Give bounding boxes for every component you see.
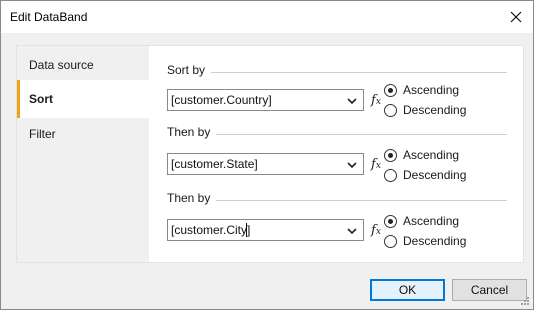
group-divider	[167, 72, 507, 73]
sidebar-item-filter[interactable]: Filter	[17, 115, 149, 153]
function-icon[interactable]: fx	[366, 220, 386, 240]
radio-indicator	[384, 148, 397, 162]
radio-indicator	[384, 83, 397, 97]
then-by-label: Then by	[167, 125, 217, 139]
radio-label: Descending	[403, 234, 467, 248]
descending-radio-1[interactable]: Descending	[384, 102, 466, 118]
ascending-radio-2[interactable]: Ascending	[384, 147, 459, 163]
sort-field-value: [customer.Country]	[171, 93, 272, 107]
sort-field-combo-3[interactable]: [customer.City] fx	[167, 219, 381, 241]
descending-radio-3[interactable]: Descending	[384, 233, 466, 249]
function-icon[interactable]: fx	[366, 154, 386, 174]
sort-field-combo-2[interactable]: [customer.State] fx	[167, 153, 381, 175]
sidebar-item-label: Sort	[29, 92, 53, 106]
title-bar: Edit DataBand	[1, 1, 533, 33]
sort-field-value[interactable]: [customer.City]	[171, 223, 250, 237]
chevron-down-icon[interactable]	[346, 159, 358, 171]
chevron-down-icon[interactable]	[346, 95, 358, 107]
sidebar-item-label: Data source	[29, 58, 94, 72]
resize-grip-icon[interactable]	[520, 296, 530, 306]
ok-button[interactable]: OK	[370, 279, 445, 301]
radio-indicator	[384, 168, 397, 182]
dialog-body: Data source Sort Filter Sort by [custome…	[16, 45, 524, 263]
group-divider	[167, 200, 507, 201]
cancel-button[interactable]: Cancel	[452, 279, 527, 301]
sidebar-item-label: Filter	[29, 127, 56, 141]
sort-field-combo-1[interactable]: [customer.Country] fx	[167, 89, 381, 111]
close-icon	[510, 11, 522, 22]
sidebar-item-data-source[interactable]: Data source	[17, 46, 149, 84]
sort-by-label: Sort by	[167, 63, 212, 77]
ascending-radio-3[interactable]: Ascending	[384, 213, 459, 229]
then-by-label: Then by	[167, 191, 217, 205]
descending-radio-2[interactable]: Descending	[384, 167, 466, 183]
window-title: Edit DataBand	[10, 10, 88, 24]
sort-field-value: [customer.State]	[171, 157, 258, 171]
sidebar-nav: Data source Sort Filter	[17, 46, 149, 262]
radio-indicator	[384, 234, 397, 248]
radio-indicator	[384, 214, 397, 228]
radio-label: Descending	[403, 168, 467, 182]
sidebar-item-sort[interactable]: Sort	[17, 80, 149, 118]
close-button[interactable]	[499, 1, 533, 32]
radio-label: Ascending	[403, 83, 460, 97]
radio-label: Ascending	[403, 214, 460, 228]
chevron-down-icon[interactable]	[346, 225, 358, 237]
radio-label: Ascending	[403, 148, 460, 162]
radio-indicator	[384, 103, 397, 117]
radio-label: Descending	[403, 103, 467, 117]
function-icon[interactable]: fx	[366, 90, 386, 110]
sort-panel: Sort by [customer.Country] fx Ascending …	[149, 46, 523, 262]
text-caret	[246, 223, 247, 237]
group-divider	[167, 134, 507, 135]
ascending-radio-1[interactable]: Ascending	[384, 82, 459, 98]
edit-databand-dialog: Edit DataBand Data source Sort Filter So…	[0, 0, 534, 310]
